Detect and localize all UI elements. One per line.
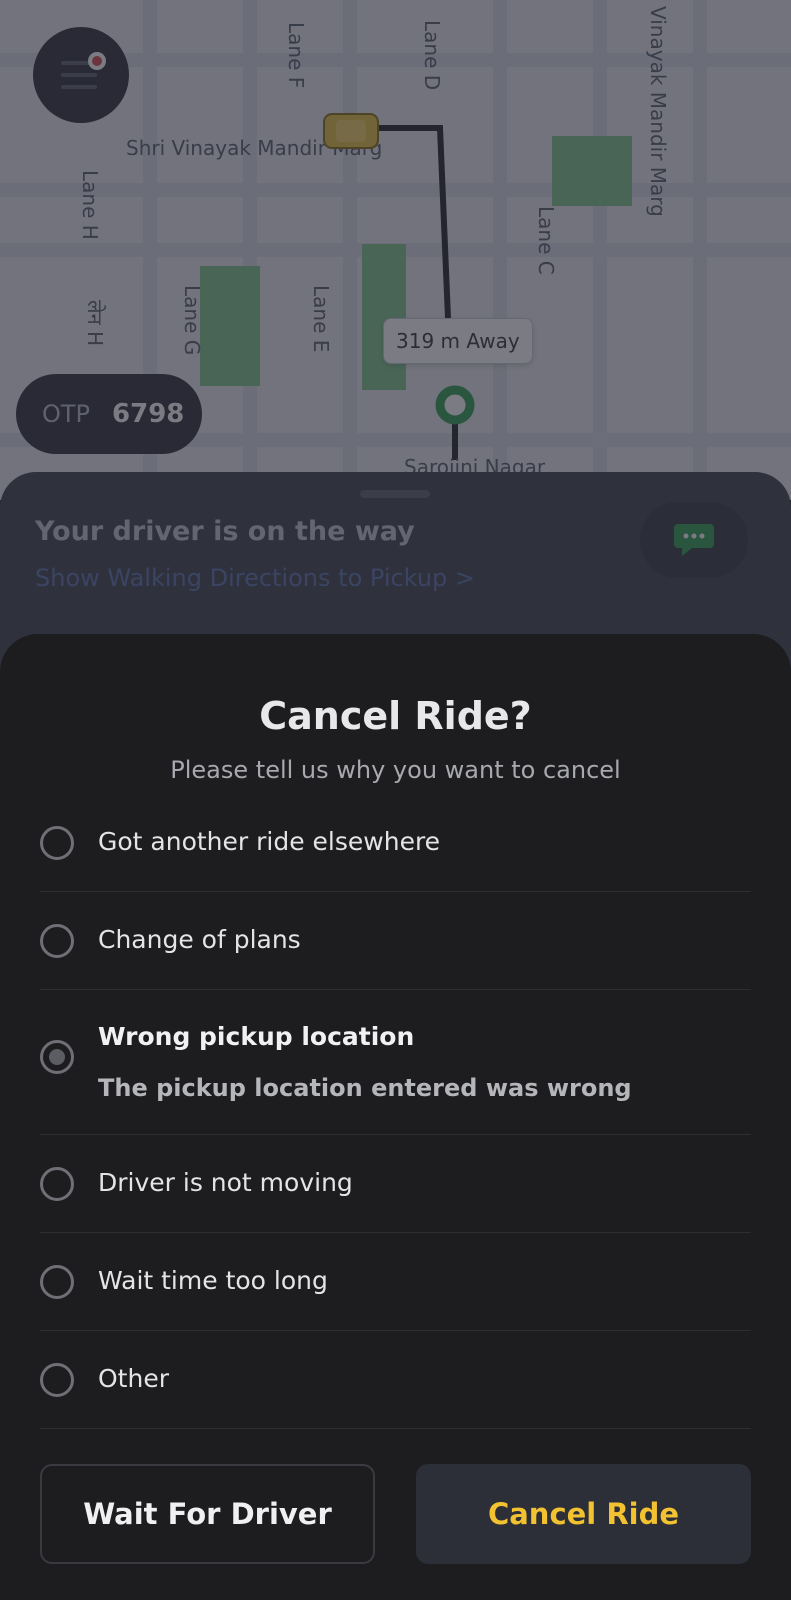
radio-button[interactable]: [40, 1167, 74, 1201]
menu-button[interactable]: [33, 27, 129, 123]
reason-label: Got another ride elsewhere: [98, 827, 441, 856]
chat-icon: [674, 524, 714, 556]
reason-option[interactable]: Change of plans: [40, 892, 751, 990]
cancel-ride-button[interactable]: Cancel Ride: [416, 1464, 751, 1564]
sheet-subtitle: Please tell us why you want to cancel: [170, 756, 621, 784]
street-label: Lane C: [534, 206, 558, 275]
street-label: Lane D: [420, 20, 444, 91]
reason-option-selected[interactable]: Wrong pickup location The pickup locatio…: [40, 990, 751, 1135]
street-label: Vinayak Mandir Marg: [646, 6, 670, 217]
map-view[interactable]: Shri Vinayak Mandir Marg Lane H लेन H La…: [0, 0, 791, 500]
reason-label: Change of plans: [98, 925, 301, 954]
radio-button[interactable]: [40, 826, 74, 860]
reason-detail: The pickup location entered was wrong: [98, 1074, 632, 1102]
distance-badge: 319 m Away: [383, 318, 533, 364]
pickup-pin-icon: [435, 385, 475, 425]
street-label: Lane H: [78, 170, 102, 240]
reason-label: Other: [98, 1364, 169, 1393]
cancel-reason-list: Got another ride elsewhere Change of pla…: [40, 794, 751, 1429]
reason-label: Wrong pickup location: [98, 1022, 415, 1051]
radio-button[interactable]: [40, 1265, 74, 1299]
otp-label: OTP: [42, 400, 91, 428]
drag-handle[interactable]: [360, 490, 430, 498]
radio-button[interactable]: [40, 924, 74, 958]
reason-option[interactable]: Got another ride elsewhere: [40, 794, 751, 892]
sheet-title: Cancel Ride?: [259, 694, 532, 738]
cancel-ride-sheet: Cancel Ride? Please tell us why you want…: [0, 634, 791, 1600]
driver-status-title: Your driver is on the way: [35, 516, 415, 547]
otp-value: 6798: [112, 399, 185, 429]
street-label: Lane F: [284, 22, 308, 89]
radio-button-selected[interactable]: [40, 1040, 74, 1074]
street-label: लेन H: [83, 300, 107, 347]
reason-label: Wait time too long: [98, 1266, 328, 1295]
reason-label: Driver is not moving: [98, 1168, 353, 1197]
street-label: Lane E: [309, 285, 333, 353]
wait-for-driver-button[interactable]: Wait For Driver: [40, 1464, 375, 1564]
street-label: Lane G: [180, 285, 204, 356]
reason-option[interactable]: Driver is not moving: [40, 1135, 751, 1233]
reason-option[interactable]: Wait time too long: [40, 1233, 751, 1331]
otp-pill: OTP 6798: [16, 374, 202, 454]
radio-button[interactable]: [40, 1363, 74, 1397]
chat-button[interactable]: [640, 502, 748, 578]
menu-icon: [61, 52, 106, 89]
walking-directions-link[interactable]: Show Walking Directions to Pickup >: [35, 564, 475, 592]
reason-option[interactable]: Other: [40, 1331, 751, 1429]
car-icon: [323, 113, 379, 149]
